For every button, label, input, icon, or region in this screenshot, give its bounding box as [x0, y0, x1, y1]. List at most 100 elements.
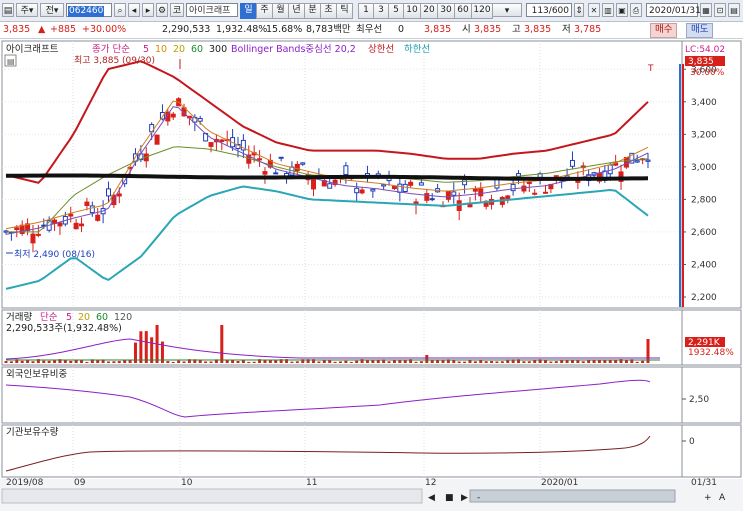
sell-button[interactable]: 매도 — [686, 23, 714, 38]
interval-button-20[interactable]: 20 — [420, 3, 438, 19]
interval-dropdown[interactable]: ▾ — [492, 3, 522, 17]
volume-bar — [614, 360, 618, 363]
high-annotation: 최고 3,885 (09/30) — [74, 55, 155, 66]
period-tab-2[interactable]: 월 — [272, 3, 289, 19]
turnover-rate: 15.68% — [266, 24, 303, 35]
settings-icon[interactable]: ⚙ — [156, 3, 168, 17]
period-tab-5[interactable]: 초 — [320, 3, 337, 19]
candle-body — [370, 188, 376, 192]
volume-bar — [403, 360, 407, 363]
prev-stock-icon[interactable]: ◂ — [128, 3, 140, 17]
candle-body — [278, 156, 284, 159]
period-tab-0[interactable]: 일 — [240, 3, 257, 19]
grid-icon[interactable]: ▤ — [728, 3, 740, 17]
volume-bar — [177, 360, 181, 363]
inst-label: 기관보유수량 — [6, 426, 59, 438]
chart-type-icon[interactable]: ▥ — [602, 3, 614, 17]
count-spin-icon[interactable]: ⇕ — [574, 3, 584, 17]
low-annotation: 최저 2,490 (08/16) — [14, 249, 95, 260]
interval-button-1[interactable]: 1 — [358, 3, 374, 19]
extra-label: 최우선 — [356, 24, 383, 35]
candle-body — [208, 142, 214, 147]
volume-bar — [414, 361, 418, 363]
candle-body — [521, 185, 527, 192]
buy-button[interactable]: 매수 — [650, 23, 678, 38]
candle-body — [262, 171, 268, 175]
volume-bar — [31, 361, 35, 363]
interval-button-60[interactable]: 60 — [454, 3, 472, 19]
date-field[interactable]: 2020/01/31 — [646, 3, 701, 17]
stock-name-button[interactable]: 코 — [170, 3, 184, 17]
current-price-tag: 3,835 — [688, 57, 714, 67]
volume-bar — [376, 360, 380, 363]
candle-body — [532, 192, 538, 195]
lc-label: LC:54.02 — [685, 45, 725, 55]
ma-period-5: 5 — [143, 44, 149, 55]
volume-bar — [387, 361, 391, 363]
scroll-control-5: A — [719, 493, 726, 503]
candle-body — [354, 187, 360, 194]
volume-bar — [144, 331, 148, 363]
type-label: 전 — [45, 6, 54, 16]
volume-tag-value: 2,291K — [688, 338, 721, 348]
interval-button-120[interactable]: 120 — [471, 3, 493, 19]
candle-body — [257, 158, 263, 161]
candle-body — [429, 198, 435, 201]
volume-ma-period-60: 60 — [96, 312, 108, 323]
search-icon[interactable]: ⌕ — [114, 3, 126, 17]
volume-bar — [328, 360, 332, 363]
candle-body — [273, 172, 279, 175]
next-stock-icon[interactable]: ▸ — [142, 3, 154, 17]
volume-bar — [85, 361, 89, 363]
period-tab-6[interactable]: 틱 — [336, 3, 353, 19]
x-axis-label-0: 2019/08 — [6, 478, 44, 488]
stock-name-field[interactable]: 아이크래프 — [186, 3, 238, 17]
stock-label: 아이크래프트 — [6, 44, 59, 55]
volume-bar — [365, 360, 369, 363]
extra-value: 0 — [398, 24, 405, 35]
interval-button-10[interactable]: 10 — [403, 3, 421, 19]
volume-value: 2,290,533 — [162, 24, 211, 35]
price-tick-label: 3,400 — [691, 98, 717, 108]
volume-bar — [231, 360, 235, 363]
stock-chart[interactable]: 2,2002,4002,6002,8003,0003,2003,4003,600… — [0, 39, 743, 511]
candle-body — [106, 188, 112, 197]
price-tick-label: 2,800 — [691, 195, 717, 205]
save-icon[interactable]: ▣ — [616, 3, 628, 17]
interval-button-3[interactable]: 3 — [373, 3, 389, 19]
lock-icon[interactable]: ⊡ — [714, 3, 726, 17]
calendar-icon[interactable]: ▦ — [700, 3, 712, 17]
print-icon[interactable]: ⎙ — [630, 3, 642, 17]
candle-body — [359, 189, 365, 194]
period-tab-4[interactable]: 분 — [304, 3, 321, 19]
volume-bar — [635, 361, 639, 363]
type-select[interactable]: 전▾ — [40, 3, 64, 17]
period-tab-1[interactable]: 주 — [256, 3, 273, 19]
volume-bar — [468, 360, 472, 363]
x-axis-label-5: 2020/01 — [541, 478, 578, 488]
menu-icon[interactable]: ▤ — [2, 3, 14, 17]
price-tick-label: 2,200 — [691, 293, 717, 303]
volume-bar — [166, 361, 170, 363]
candle-body — [79, 223, 85, 227]
interval-button-5[interactable]: 5 — [388, 3, 404, 19]
volume-bar — [490, 361, 494, 363]
scroll-control-0: ◀ — [428, 493, 435, 503]
inst-panel-frame-axis — [681, 424, 742, 478]
volume-bar — [419, 361, 423, 363]
candle-body — [73, 222, 79, 230]
interval-button-30[interactable]: 30 — [437, 3, 455, 19]
market-select[interactable]: 주▾ — [16, 3, 38, 17]
volume-ma-period-120: 120 — [114, 312, 132, 323]
volume-bar — [527, 361, 531, 363]
ma-period-60: 60 — [191, 44, 203, 55]
bb-label: Bollinger Bands중심선 20,2 — [231, 44, 356, 55]
candle-body — [478, 188, 484, 197]
volume-bar — [171, 361, 175, 363]
stock-code-input[interactable]: 062460 — [66, 3, 112, 17]
period-tab-3[interactable]: 년 — [288, 3, 305, 19]
cross-icon[interactable]: ✕ — [588, 3, 600, 17]
high-label: 고 — [512, 24, 521, 35]
volume-bar — [220, 325, 224, 363]
count-field[interactable]: 113/600 — [526, 3, 572, 17]
